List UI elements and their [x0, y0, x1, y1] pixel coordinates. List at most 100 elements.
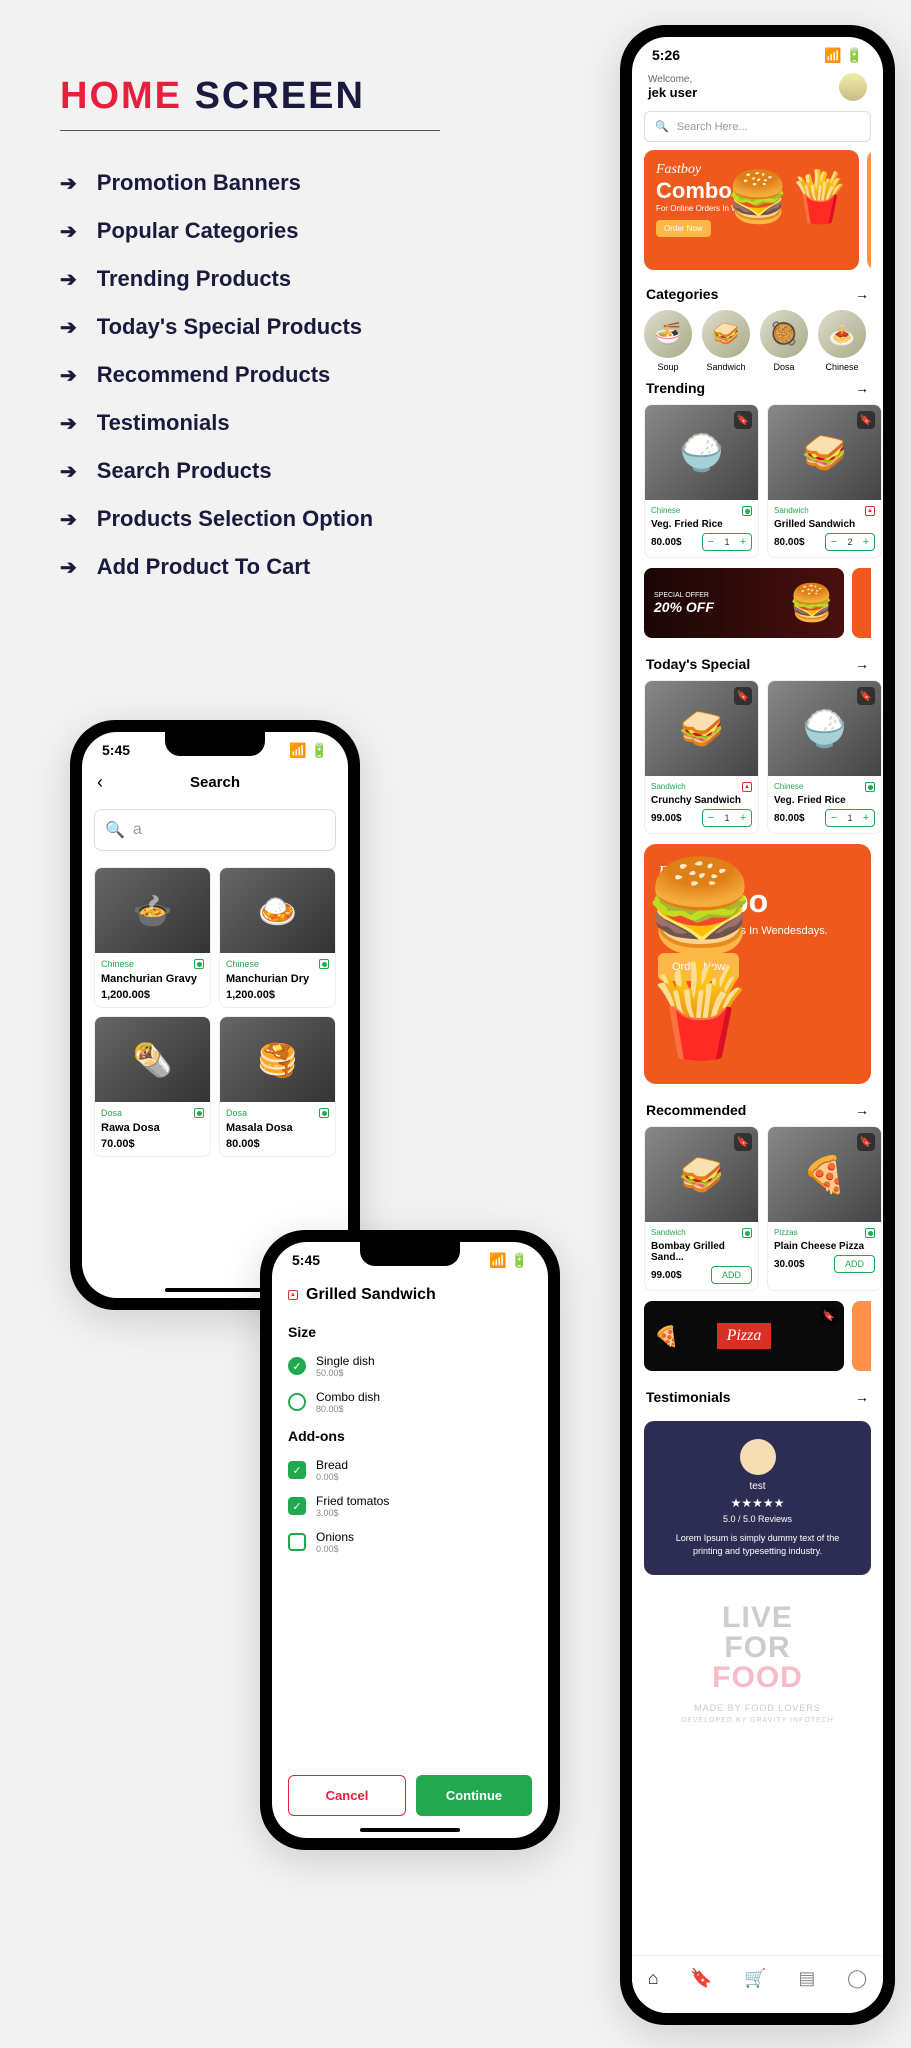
arrow-right-icon[interactable]: →: [855, 1389, 869, 1405]
discount-banner-next[interactable]: [852, 568, 871, 638]
minus-icon: −: [703, 534, 719, 550]
add-button[interactable]: ADD: [711, 1266, 752, 1284]
feature-item: ➔Search Products: [60, 458, 373, 484]
product-card[interactable]: 🍕🔖PizzasPlain Cheese Pizza30.00$ADD: [767, 1126, 882, 1291]
category-item[interactable]: 🥪Sandwich: [702, 310, 750, 372]
arrow-icon: ➔: [60, 315, 77, 340]
bookmark-icon[interactable]: 🔖: [857, 1133, 875, 1151]
arrow-icon: ➔: [60, 171, 77, 196]
bookmark-icon[interactable]: 🔖: [857, 687, 875, 705]
addons-label: Add-ons: [272, 1420, 548, 1452]
arrow-icon: ➔: [60, 219, 77, 244]
pizza-banner-next[interactable]: [852, 1301, 871, 1371]
quantity-stepper[interactable]: −1+: [702, 809, 752, 827]
quantity-stepper[interactable]: −2+: [825, 533, 875, 551]
veg-icon: [742, 1228, 752, 1238]
feature-item: ➔Testimonials: [60, 410, 373, 436]
veg-icon: [865, 782, 875, 792]
special-title: Today's Special: [646, 656, 750, 672]
continue-button[interactable]: Continue: [416, 1775, 532, 1816]
bottom-nav: ⌂ 🔖 🛒 ▤ ◯: [632, 1955, 883, 2001]
addon-option[interactable]: Onions0.00$: [272, 1524, 548, 1560]
feature-item: ➔Promotion Banners: [60, 170, 373, 196]
minus-icon: −: [703, 810, 719, 826]
back-icon[interactable]: ‹: [97, 772, 103, 793]
product-card[interactable]: 🥪🔖SandwichCrunchy Sandwich99.00$−1+: [644, 680, 759, 834]
nonveg-icon: [288, 1290, 298, 1300]
product-card[interactable]: 🍚🔖ChineseVeg. Fried Rice80.00$−1+: [644, 404, 759, 558]
bookmark-icon[interactable]: 🔖: [820, 1307, 838, 1325]
bookmark-icon[interactable]: 🔖: [734, 411, 752, 429]
product-card[interactable]: 🥞DosaMasala Dosa80.00$: [219, 1016, 336, 1157]
add-button[interactable]: ADD: [834, 1255, 875, 1273]
discount-banner[interactable]: SPECIAL OFFER20% OFF🍔: [644, 568, 844, 638]
bookmark-icon[interactable]: 🔖: [857, 411, 875, 429]
addon-option[interactable]: Fried tomatos3.00$: [272, 1488, 548, 1524]
size-option[interactable]: Combo dish80.00$: [272, 1384, 548, 1420]
arrow-right-icon[interactable]: →: [855, 380, 869, 396]
nonveg-icon: [742, 782, 752, 792]
bookmark-icon[interactable]: 🔖: [734, 687, 752, 705]
arrow-right-icon[interactable]: →: [855, 656, 869, 672]
checkbox-icon: [288, 1461, 306, 1479]
phone-mockup-home: 5:26 📶 🔋 Welcome,jek user 🔍Search Here...…: [620, 25, 895, 2025]
product-card[interactable]: 🥪🔖SandwichGrilled Sandwich80.00$−2+: [767, 404, 882, 558]
promo-banner-large[interactable]: Fastboy Combo For Online Orders In Wende…: [644, 844, 871, 1084]
checkbox-icon: [288, 1497, 306, 1515]
testimonial-card: test ★★★★★ 5.0 / 5.0 Reviews Lorem Ipsum…: [644, 1421, 871, 1575]
product-card[interactable]: 🍲ChineseManchurian Gravy1,200.00$: [94, 867, 211, 1008]
nav-bookmark-icon[interactable]: 🔖: [690, 1968, 712, 1989]
order-now-button[interactable]: Order Now: [656, 220, 711, 237]
quantity-stepper[interactable]: −1+: [825, 809, 875, 827]
status-time: 5:26: [652, 47, 680, 64]
arrow-right-icon[interactable]: →: [855, 1102, 869, 1118]
veg-icon: [319, 1108, 329, 1118]
screen-title: Search: [190, 774, 240, 791]
search-input[interactable]: 🔍 a: [94, 809, 336, 851]
checkbox-icon: [288, 1533, 306, 1551]
quantity-stepper[interactable]: −1+: [702, 533, 752, 551]
product-card[interactable]: 🥪🔖SandwichBombay Grilled Sand...99.00$AD…: [644, 1126, 759, 1291]
category-item[interactable]: 🥘Dosa: [760, 310, 808, 372]
search-input[interactable]: 🔍Search Here...: [644, 111, 871, 142]
size-option[interactable]: Single dish50.00$: [272, 1348, 548, 1384]
star-rating: ★★★★★: [662, 1496, 853, 1510]
product-card[interactable]: 🌯DosaRawa Dosa70.00$: [94, 1016, 211, 1157]
arrow-right-icon[interactable]: →: [855, 286, 869, 302]
recommended-title: Recommended: [646, 1102, 746, 1118]
plus-icon: +: [858, 810, 874, 826]
veg-icon: [865, 1228, 875, 1238]
nav-orders-icon[interactable]: ▤: [798, 1968, 815, 1989]
product-card[interactable]: 🍛ChineseManchurian Dry1,200.00$: [219, 867, 336, 1008]
feature-item: ➔Products Selection Option: [60, 506, 373, 532]
search-icon: 🔍: [655, 120, 669, 133]
category-item[interactable]: 🍝Chinese: [818, 310, 866, 372]
bookmark-icon[interactable]: 🔖: [734, 1133, 752, 1151]
nav-profile-icon[interactable]: ◯: [847, 1968, 867, 1989]
arrow-icon: ➔: [60, 411, 77, 436]
page-heading: HOME SCREEN: [60, 75, 440, 131]
testimonials-title: Testimonials: [646, 1389, 731, 1405]
size-label: Size: [272, 1316, 548, 1348]
addon-option[interactable]: Bread0.00$: [272, 1452, 548, 1488]
footer-logo: LIVEFORFOOD MADE BY FOOD LOVERS DEVELOPE…: [632, 1583, 883, 1744]
avatar[interactable]: [839, 73, 867, 101]
product-card[interactable]: 🍚🔖ChineseVeg. Fried Rice80.00$−1+: [767, 680, 882, 834]
promo-banner[interactable]: Fastboy Combo For Online Orders In Wende…: [644, 150, 859, 270]
welcome-label: Welcome,: [648, 74, 697, 85]
promo-banner-next[interactable]: [867, 150, 871, 270]
nav-cart-icon[interactable]: 🛒: [744, 1968, 766, 1989]
user-name: jek user: [648, 85, 697, 100]
status-icons: 📶 🔋: [824, 47, 863, 64]
nav-home-icon[interactable]: ⌂: [648, 1968, 659, 1989]
pizza-banner[interactable]: 🍕Pizza🔖: [644, 1301, 844, 1371]
search-value: a: [133, 821, 142, 839]
feature-item: ➔Recommend Products: [60, 362, 373, 388]
status-time: 5:45: [102, 742, 130, 759]
minus-icon: −: [826, 534, 842, 550]
minus-icon: −: [826, 810, 842, 826]
category-item[interactable]: 🍜Soup: [644, 310, 692, 372]
cancel-button[interactable]: Cancel: [288, 1775, 406, 1816]
status-icons: 📶 🔋: [289, 742, 328, 759]
feature-item: ➔Today's Special Products: [60, 314, 373, 340]
